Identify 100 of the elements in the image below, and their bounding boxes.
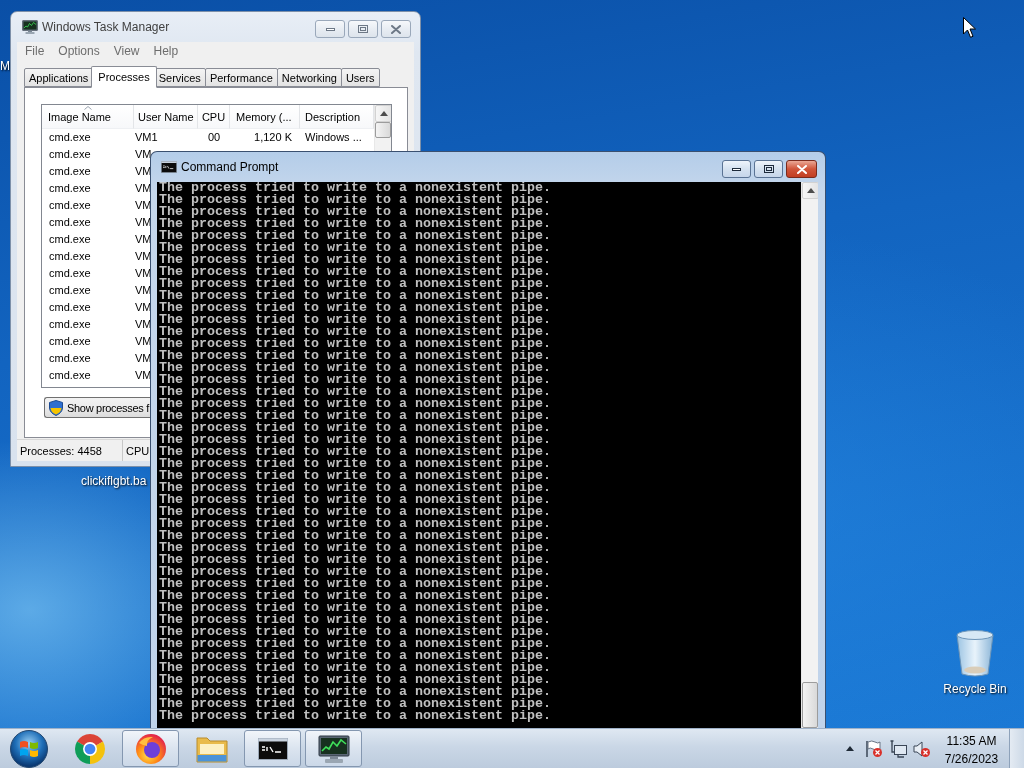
menu-item[interactable]: File — [18, 43, 52, 59]
console-line: The process tried to write to a nonexistent pipe. — [159, 506, 551, 518]
maximize-button[interactable] — [754, 160, 783, 178]
console-line: The process tried to write to a nonexistent pipe. — [159, 290, 551, 302]
console-line: The process tried to write to a nonexistent pipe. — [159, 590, 551, 602]
table-cell: 00 — [207, 130, 221, 145]
minimize-icon — [325, 27, 335, 31]
console-line: The process tried to write to a nonexistent pipe. — [159, 194, 551, 206]
console-line: The process tried to write to a nonexistent pipe. — [159, 338, 551, 350]
table-cell: cmd.exe — [49, 266, 91, 281]
folder-icon — [195, 734, 228, 763]
table-cell: cmd.exe — [49, 368, 91, 383]
speaker-icon — [913, 739, 931, 758]
console-line: The process tried to write to a nonexistent pipe. — [159, 386, 551, 398]
console-line: The process tried to write to a nonexistent pipe. — [159, 674, 551, 686]
status-text: CPU — [126, 444, 150, 457]
console-line: The process tried to write to a nonexistent pipe. — [159, 218, 551, 230]
scrollbar-thumb[interactable] — [802, 682, 818, 728]
console-line: The process tried to write to a nonexistent pipe. — [159, 398, 551, 410]
up-arrow-icon — [846, 746, 854, 751]
table-cell: cmd.exe — [49, 215, 91, 230]
window-title: Windows Task Manager — [42, 20, 170, 34]
browser-icon — [135, 733, 166, 764]
console-line: The process tried to write to a nonexistent pipe. — [159, 530, 551, 542]
mouse-pointer-icon — [963, 17, 976, 38]
table-cell: cmd.exe — [49, 317, 91, 332]
console-line: The process tried to write to a nonexistent pipe. — [159, 650, 551, 662]
console-line: The process tried to write to a nonexistent pipe. — [159, 626, 551, 638]
column-header[interactable]: Memory (... — [230, 105, 300, 129]
console-line: The process tried to write to a nonexistent pipe. — [159, 458, 551, 470]
console-line: The process tried to write to a nonexistent pipe. — [159, 314, 551, 326]
network-icon — [889, 739, 907, 758]
table-cell: cmd.exe — [49, 147, 91, 162]
tab[interactable]: Performance — [204, 68, 278, 87]
console-line: The process tried to write to a nonexistent pipe. — [159, 566, 551, 578]
column-header[interactable]: CPU — [198, 105, 230, 129]
console-line: The process tried to write to a nonexistent pipe. — [159, 350, 551, 362]
console-line: The process tried to write to a nonexistent pipe. — [159, 230, 551, 242]
browser-icon — [74, 733, 105, 764]
taskbar-button[interactable] — [244, 730, 301, 767]
desktop-icon-label[interactable]: M — [0, 59, 10, 73]
console-line: The process tried to write to a nonexistent pipe. — [159, 710, 551, 722]
console-line: The process tried to write to a nonexistent pipe. — [159, 206, 551, 218]
console-line: The process tried to write to a nonexistent pipe. — [159, 410, 551, 422]
recycle-bin-icon[interactable] — [955, 630, 995, 678]
column-header[interactable]: User Name — [134, 105, 198, 129]
console-line: The process tried to write to a nonexistent pipe. — [159, 614, 551, 626]
taskbar-button[interactable] — [305, 730, 362, 767]
console-line: The process tried to write to a nonexistent pipe. — [159, 326, 551, 338]
desktop-icon-label[interactable]: clickiflgbt.ba — [81, 474, 147, 488]
clock-time[interactable]: 11:35 AM — [946, 732, 997, 750]
console-line: The process tried to write to a nonexistent pipe. — [159, 578, 551, 590]
console-line: The process tried to write to a nonexistent pipe. — [159, 638, 551, 650]
scroll-up-button[interactable] — [375, 105, 391, 122]
scrollbar[interactable] — [801, 182, 818, 728]
console-line: The process tried to write to a nonexistent pipe. — [159, 482, 551, 494]
maximize-icon — [763, 165, 774, 173]
table-cell: VM — [135, 147, 152, 162]
table-cell: 1,120 K — [254, 130, 292, 145]
console-line: The process tried to write to a nonexistent pipe. — [159, 254, 551, 266]
close-icon — [796, 164, 807, 174]
close-icon — [391, 24, 401, 34]
close-button[interactable] — [381, 20, 411, 38]
scrollbar[interactable] — [374, 105, 391, 151]
table-cell: cmd.exe — [49, 351, 91, 366]
console-line: The process tried to write to a nonexistent pipe. — [159, 182, 551, 194]
console-icon — [257, 737, 288, 760]
scroll-up-button[interactable] — [802, 182, 818, 199]
menu-item[interactable]: View — [106, 43, 147, 59]
close-button[interactable] — [786, 160, 817, 178]
flag-icon — [865, 739, 883, 758]
column-header[interactable]: Image Name — [42, 105, 134, 129]
table-cell: cmd.exe — [49, 300, 91, 315]
scrollbar-thumb[interactable] — [375, 122, 391, 138]
console-line: The process tried to write to a nonexistent pipe. — [159, 698, 551, 710]
table-cell: cmd.exe — [49, 181, 91, 196]
console-line: The process tried to write to a nonexistent pipe. — [159, 266, 551, 278]
clock-date[interactable]: 7/26/2023 — [944, 750, 999, 768]
tab[interactable]: Applications — [24, 68, 94, 87]
console-line: The process tried to write to a nonexistent pipe. — [159, 518, 551, 530]
tab[interactable]: Networking — [276, 68, 342, 87]
monitor-icon — [22, 20, 38, 34]
console-line: The process tried to write to a nonexistent pipe. — [159, 446, 551, 458]
console-line: The process tried to write to a nonexistent pipe. — [159, 362, 551, 374]
menu-item[interactable]: Options — [51, 43, 107, 59]
console-line: The process tried to write to a nonexistent pipe. — [159, 494, 551, 506]
table-cell: cmd.exe — [49, 232, 91, 247]
table-cell: cmd.exe — [49, 283, 91, 298]
console-line: The process tried to write to a nonexistent pipe. — [159, 434, 551, 446]
window-title: Command Prompt — [181, 160, 279, 174]
minimize-button[interactable] — [722, 160, 751, 178]
shield-icon — [49, 399, 63, 416]
console-line: The process tried to write to a nonexistent pipe. — [159, 470, 551, 482]
show-processes-button[interactable]: Show processes f — [44, 397, 150, 418]
menu-item[interactable]: Help — [146, 43, 186, 59]
tab[interactable]: Processes — [91, 66, 157, 88]
column-header[interactable]: Description — [300, 105, 374, 129]
tab[interactable]: Users — [340, 68, 380, 87]
console-line: The process tried to write to a nonexistent pipe. — [159, 302, 551, 314]
desktop-icon-label[interactable]: Recycle Bin — [943, 682, 1007, 696]
